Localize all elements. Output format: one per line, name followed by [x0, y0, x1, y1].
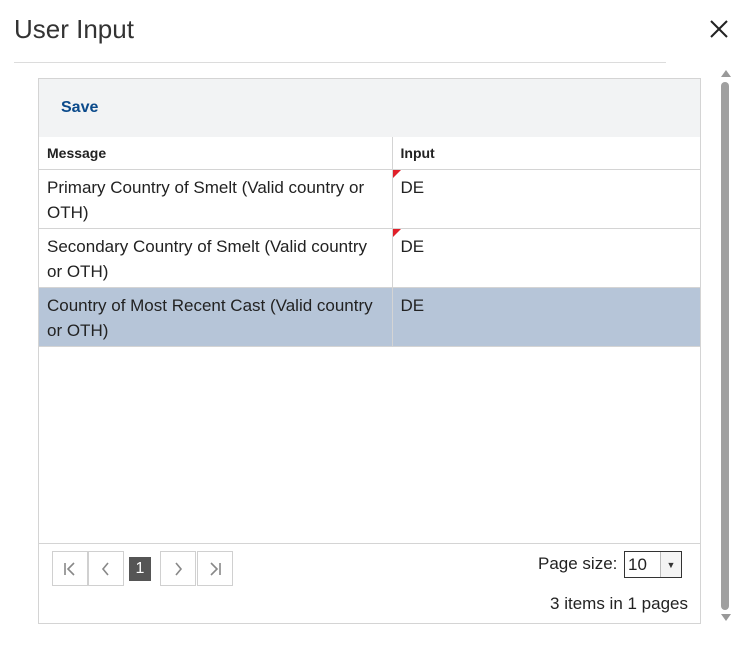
next-page-button[interactable] [160, 551, 196, 586]
message-cell: Secondary Country of Smelt (Valid countr… [39, 228, 392, 288]
close-button[interactable] [706, 16, 732, 42]
table-row[interactable]: Primary Country of Smelt (Valid country … [39, 169, 700, 229]
page-size-value: 10 [628, 555, 647, 574]
next-page-icon [175, 561, 183, 576]
close-icon [710, 20, 728, 38]
last-page-button[interactable] [197, 551, 233, 586]
input-value: DE [400, 178, 425, 197]
pager: 1 Page size: 10 ▼ 3 items in 1 pages [39, 543, 700, 624]
scroll-up-icon[interactable] [721, 70, 731, 77]
message-cell: Primary Country of Smelt (Valid country … [39, 169, 392, 229]
save-button[interactable]: Save [61, 99, 98, 117]
last-page-icon [210, 561, 221, 576]
user-input-grid: Message Input Primary Country of Smelt (… [39, 137, 700, 347]
pager-info: 3 items in 1 pages [550, 594, 688, 613]
first-page-button[interactable] [52, 551, 88, 586]
column-header-input[interactable]: Input [391, 137, 700, 170]
dirty-marker-icon [392, 170, 401, 178]
input-value: DE [400, 237, 425, 256]
table-row-selected[interactable]: Country of Most Recent Cast (Valid count… [39, 287, 700, 347]
input-cell[interactable]: DE [391, 287, 700, 347]
dialog-title: User Input [14, 14, 134, 44]
input-cell[interactable]: DE [391, 228, 700, 288]
vertical-scrollbar[interactable] [719, 68, 733, 624]
column-header-message[interactable]: Message [39, 137, 392, 170]
table-row[interactable]: Secondary Country of Smelt (Valid countr… [39, 228, 700, 288]
input-cell[interactable]: DE [391, 169, 700, 229]
scroll-down-icon[interactable] [721, 614, 731, 621]
page-size-select[interactable]: 10 ▼ [624, 551, 682, 578]
dirty-marker-icon [392, 229, 401, 237]
prev-page-button[interactable] [88, 551, 124, 586]
input-value: DE [400, 296, 425, 315]
prev-page-icon [101, 561, 109, 576]
grid-panel: Save Message Input Primary Country of Sm… [38, 78, 701, 624]
grid-toolbar: Save [39, 79, 700, 137]
scroll-thumb[interactable] [721, 82, 729, 610]
grid-header-row: Message Input [39, 137, 700, 170]
page-size-label: Page size: [538, 554, 618, 573]
message-cell: Country of Most Recent Cast (Valid count… [39, 287, 392, 347]
title-divider [14, 62, 666, 63]
first-page-icon [64, 561, 75, 576]
dropdown-arrow-icon[interactable]: ▼ [660, 552, 681, 577]
current-page-number[interactable]: 1 [129, 557, 151, 581]
